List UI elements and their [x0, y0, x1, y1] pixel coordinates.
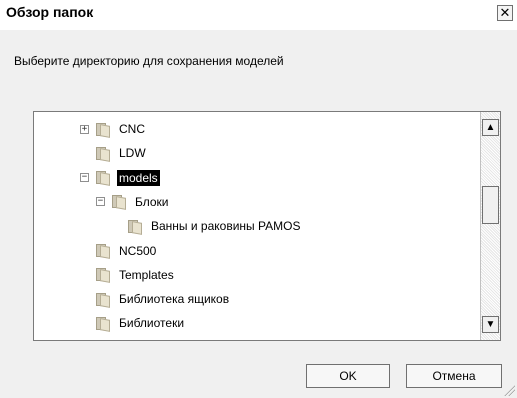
folder-icon	[94, 243, 112, 259]
folder-icon	[94, 316, 112, 332]
tree-item-label: Библиотеки	[119, 316, 185, 331]
tree-item-label: LDW	[119, 146, 146, 161]
tree-item-label: Библиотека ящиков	[119, 292, 230, 307]
scroll-up-button[interactable]: ▲	[482, 119, 499, 136]
vertical-scrollbar[interactable]: ▲ ▼	[480, 112, 500, 340]
folder-icon	[94, 267, 112, 284]
tree-item-label: Блоки	[135, 194, 169, 209]
tree-item[interactable]: − Блоки	[96, 191, 171, 213]
folder-icon	[94, 292, 112, 308]
scroll-thumb[interactable]	[482, 186, 499, 224]
folder-icon	[94, 146, 112, 162]
tree-item[interactable]: LDW	[80, 142, 148, 164]
folder-icon	[94, 170, 112, 186]
dialog-title: Обзор папок	[6, 4, 94, 20]
tree-item[interactable]: Ванны и раковины PAMOS	[112, 215, 302, 237]
tree-item-label: CNC	[119, 122, 145, 136]
resize-grip[interactable]	[503, 384, 515, 396]
tree-viewport: + CNC LDW − models − Блоки Ванны и раковины PAM…	[34, 112, 480, 340]
cancel-button[interactable]: Отмена	[406, 364, 502, 388]
scroll-down-button[interactable]: ▼	[482, 316, 499, 333]
folder-tree[interactable]: + CNC LDW − models − Блоки Ванны и раковины PAM…	[33, 111, 501, 341]
tree-item-label: Ванны и раковины PAMOS	[151, 219, 301, 234]
tree-item[interactable]: Библиотека ящиков	[80, 288, 231, 310]
collapse-icon[interactable]: −	[96, 197, 105, 207]
folder-icon	[110, 194, 128, 211]
folder-icon	[94, 122, 112, 138]
tree-item-label: NC500	[119, 243, 157, 258]
tree-item[interactable]: + CNC	[80, 118, 147, 140]
tree-item[interactable]: Библиотеки	[80, 312, 186, 334]
tree-item[interactable]: − models	[80, 167, 160, 189]
browse-folders-dialog: Обзор папок ✕ Выберите директорию для со…	[0, 0, 517, 398]
tree-item[interactable]: NC500	[80, 240, 158, 262]
tree-item[interactable]: Templates	[80, 264, 176, 286]
tree-item-label: Templates	[119, 267, 174, 282]
prompt-text: Выберите директорию для сохранения модел…	[14, 54, 284, 68]
title-bar: Обзор папок ✕	[0, 0, 517, 30]
folder-icon	[126, 219, 144, 235]
expand-icon[interactable]: +	[80, 124, 89, 134]
close-button[interactable]: ✕	[497, 5, 513, 21]
ok-button[interactable]: OK	[306, 364, 390, 388]
tree-item-label: models	[117, 169, 160, 186]
collapse-icon[interactable]: −	[80, 173, 89, 183]
